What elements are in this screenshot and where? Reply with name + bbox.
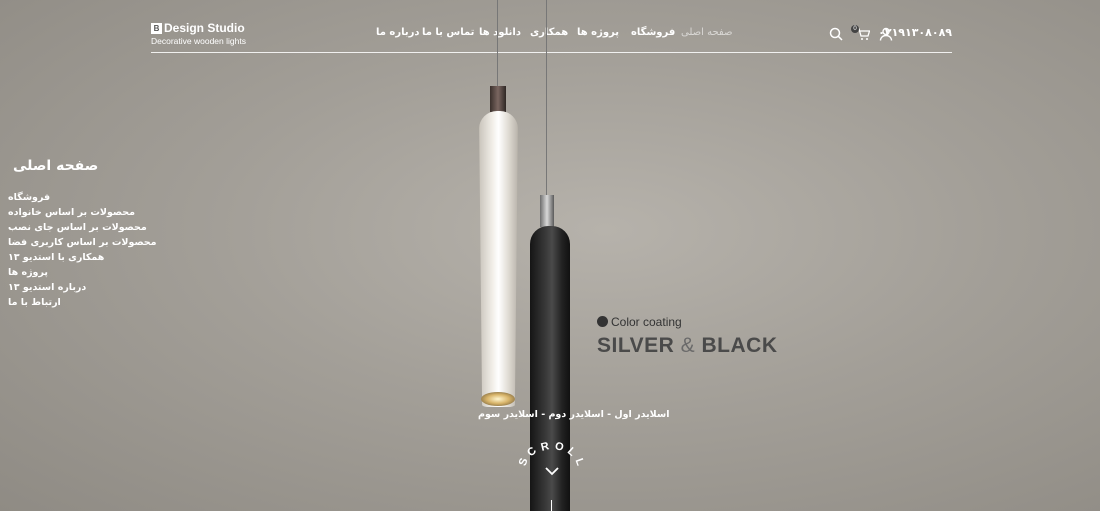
logo-mark: B	[151, 23, 162, 34]
headline-ampersand: &	[680, 334, 696, 357]
scroll-letter: L	[572, 456, 587, 467]
side-menu-item-about[interactable]: درباره استدیو ۱۳	[8, 280, 157, 295]
black-lamp-cap	[540, 195, 554, 227]
headline-silver: SILVER	[597, 334, 675, 357]
scroll-indicator-line	[551, 500, 552, 511]
slider-links[interactable]: اسلایدر اول - اسلایدر دوم - اسلایدر سوم	[478, 409, 669, 420]
side-menu-item-projects[interactable]: پروژه ها	[8, 265, 157, 280]
headline-black: BLACK	[701, 334, 778, 357]
white-lamp-wire	[497, 0, 498, 88]
side-menu-item-by-usage[interactable]: محصولات بر اساس کاربری فضا	[8, 235, 157, 250]
logo-tagline: Decorative wooden lights	[151, 36, 246, 46]
white-lamp-cap	[490, 86, 506, 112]
side-menu-item-contact[interactable]: ارتباط با ما	[8, 295, 157, 310]
scroll-letter: R	[539, 439, 551, 454]
lamp-light-glow	[481, 392, 515, 406]
scroll-letter: S	[516, 456, 531, 468]
scroll-label[interactable]: SCROLL	[516, 438, 587, 468]
search-icon[interactable]	[829, 27, 843, 41]
nav-home[interactable]: صفحه اصلی	[681, 27, 732, 38]
logo-name: Design Studio	[164, 21, 245, 35]
nav-projects[interactable]: پروژه ها	[577, 27, 619, 38]
side-menu-item-by-installation[interactable]: محصولات بر اساس جای نصب	[8, 220, 157, 235]
chevron-down-icon[interactable]	[545, 466, 559, 476]
nav-collaboration[interactable]: همکاری	[530, 27, 568, 38]
coating-dot-icon	[597, 316, 608, 327]
nav-shop[interactable]: فروشگاه	[631, 27, 675, 38]
side-menu-item-by-family[interactable]: محصولات بر اساس خانواده	[8, 205, 157, 220]
cart-count-badge: 0	[851, 25, 859, 33]
coating-label: Color coating	[597, 315, 682, 329]
scroll-letter: L	[564, 445, 578, 459]
nav-about[interactable]: درباره ما	[376, 27, 420, 38]
nav-contact[interactable]: تماس با ما	[422, 27, 474, 38]
hero-headline: SILVER & BLACK	[597, 334, 778, 358]
nav-downloads[interactable]: دانلود ها	[479, 27, 521, 38]
logo[interactable]: B Design Studio Decorative wooden lights	[151, 21, 246, 47]
site-header: B Design Studio Decorative wooden lights…	[151, 18, 952, 53]
black-lamp-wire	[546, 0, 547, 197]
side-menu-title[interactable]: صفحه اصلی	[13, 158, 98, 174]
side-menu: فروشگاه محصولات بر اساس خانواده محصولات …	[8, 190, 157, 310]
side-menu-item-shop[interactable]: فروشگاه	[8, 190, 157, 205]
side-menu-item-collaboration[interactable]: همکاری با استدیو ۱۳	[8, 250, 157, 265]
phone-number[interactable]: ۰۲۱۹۱۳۰۸۰۸۹	[878, 26, 952, 39]
scroll-letter: C	[524, 445, 539, 460]
scroll-letter: O	[553, 439, 566, 454]
white-pendant-lamp	[479, 111, 518, 407]
